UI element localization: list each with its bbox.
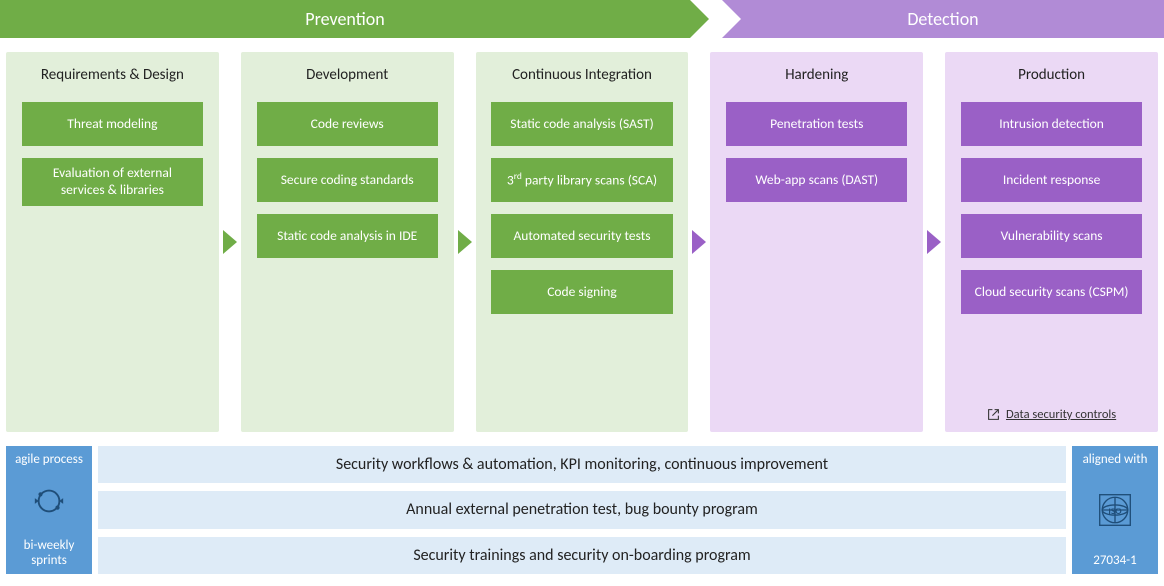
cross-cutting-bars: Security workflows & automation, KPI mon… [98,446,1066,574]
stage-requirements-title: Requirements & Design [41,66,184,84]
phase-detection-header: Detection [722,0,1164,38]
svg-text:ISO: ISO [1108,505,1122,517]
agile-process-box: agile process bi-weekly sprints [6,446,92,574]
bottom-section: agile process bi-weekly sprints Security… [0,446,1164,574]
data-security-link-row: Data security controls [945,407,1158,422]
stage-ci: Continuous Integration Static code analy… [476,52,689,432]
card-eval-external: Evaluation of external services & librar… [22,158,203,206]
sprint-cycle-icon [30,484,68,522]
arrow-1 [219,52,241,432]
chevron-right-icon [692,230,706,254]
card-cspm: Cloud security scans (CSPM) [961,270,1142,314]
aligned-with-label: aligned with [1083,452,1148,467]
phase-header-row: Prevention Detection [0,0,1164,38]
stage-ci-title: Continuous Integration [512,66,652,84]
agile-process-label: agile process [15,452,83,467]
card-sast-ide: Static code analysis in IDE [257,214,438,258]
card-auto-tests: Automated security tests [491,214,672,258]
stages-row: Requirements & Design Threat modeling Ev… [0,52,1164,432]
stage-production-title: Production [1018,66,1085,84]
arrow-2 [454,52,476,432]
bar-workflows: Security workflows & automation, KPI mon… [98,446,1066,483]
external-link-icon [987,408,1000,421]
phase-prevention-label: Prevention [305,8,384,30]
chevron-right-icon [223,230,237,254]
data-security-link[interactable]: Data security controls [1006,407,1116,422]
arrow-3 [688,52,710,432]
bar-pentest-bounty: Annual external penetration test, bug bo… [98,491,1066,528]
card-sca-label: 3rd party library scans (SCA) [507,171,657,189]
iso-standard-label: 27034-1 [1093,553,1137,568]
card-pentest: Penetration tests [726,102,907,146]
arrow-4 [923,52,945,432]
card-ids: Intrusion detection [961,102,1142,146]
stage-development: Development Code reviews Secure coding s… [241,52,454,432]
sprint-cadence-label: bi-weekly sprints [10,538,88,568]
card-dast: Web-app scans (DAST) [726,158,907,202]
card-incident: Incident response [961,158,1142,202]
stage-requirements: Requirements & Design Threat modeling Ev… [6,52,219,432]
card-code-signing: Code signing [491,270,672,314]
card-sast: Static code analysis (SAST) [491,102,672,146]
bar-trainings: Security trainings and security on-board… [98,537,1066,574]
stage-production: Production Intrusion detection Incident … [945,52,1158,432]
stage-hardening: Hardening Penetration tests Web-app scan… [710,52,923,432]
iso-alignment-box: aligned with ISO 27034-1 [1072,446,1158,574]
chevron-right-icon [927,230,941,254]
iso-logo-icon: ISO [1098,493,1132,527]
card-threat-modeling: Threat modeling [22,102,203,146]
card-vuln-scan: Vulnerability scans [961,214,1142,258]
card-secure-coding: Secure coding standards [257,158,438,202]
card-code-reviews: Code reviews [257,102,438,146]
chevron-right-icon [458,230,472,254]
stage-hardening-title: Hardening [785,66,848,84]
card-sca: 3rd party library scans (SCA) [491,158,672,202]
phase-detection-label: Detection [907,8,978,30]
stage-development-title: Development [306,66,388,84]
phase-prevention-header: Prevention [0,0,690,38]
